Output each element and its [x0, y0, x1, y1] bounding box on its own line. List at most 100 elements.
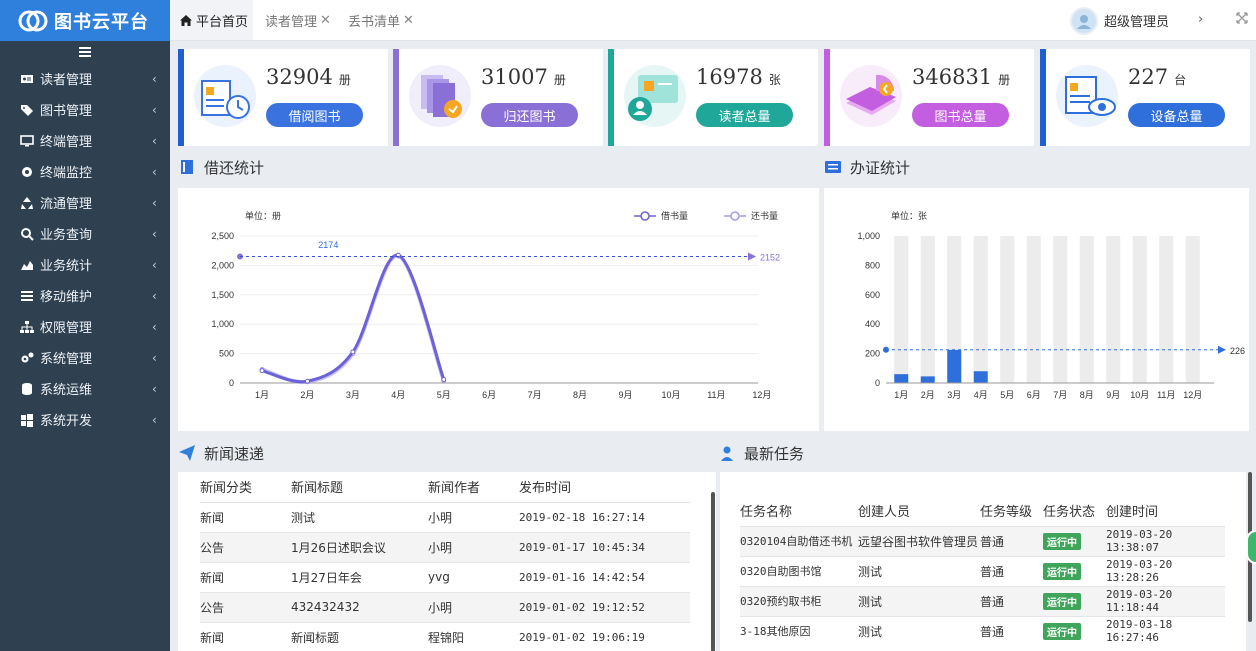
task-status-cell: 运行中: [1043, 556, 1106, 586]
news-author: 小明: [428, 600, 453, 615]
sidebar-item-label: 终端管理: [40, 135, 93, 150]
borrow-chart-panel: 单位：册 借书量 还书量 0 500 1,000 1,500 2,000 2,500 1月 2月 3月…: [178, 188, 819, 431]
chevron-left-icon: ‹: [152, 319, 157, 334]
panel-title: 借还统计: [204, 158, 265, 177]
chevron-left-icon: ‹: [152, 102, 157, 117]
table-row[interactable]: 0320预约取书柜 测试 普通 运行中 2019-03-20 11:18:44: [740, 586, 1225, 616]
sidebar-item-0[interactable]: 读者管理 ‹: [0, 63, 170, 94]
stat-illustration-icon: [840, 65, 902, 127]
stat-value: 16978 张: [696, 65, 781, 89]
sidebar-item-label: 权限管理: [40, 321, 93, 336]
status-badge: 运行中: [1043, 592, 1081, 610]
column-header: 新闻分类: [200, 481, 253, 497]
table-row[interactable]: 新闻 1月27日年会 yvg 2019-01-16 14:42:54: [200, 562, 690, 592]
x-tick-label: 7月: [528, 390, 542, 400]
fullscreen-icon[interactable]: [1236, 12, 1248, 24]
legend-marker: [730, 211, 740, 221]
y-tick-label: 1,000: [857, 231, 880, 241]
table-row[interactable]: 0320104自助借还书机 远望谷图书软件管理员 普通 运行中 2019-03-20 1…: [740, 526, 1225, 556]
sidebar-item-label: 读者管理: [40, 73, 93, 88]
table-row[interactable]: 新闻 新闻标题 程锦阳 2019-01-02 19:06:19: [200, 622, 690, 651]
x-tick-label: 11月: [707, 390, 725, 400]
sidebar-item-1[interactable]: 图书管理 ‹: [0, 94, 170, 125]
table-row[interactable]: 公告 1月26日述职会议 小明 2019-01-17 10:45:34: [200, 532, 690, 562]
sidebar-item-label: 系统开发: [40, 414, 93, 429]
tab-reader-management[interactable]: 读者管理 ✕: [265, 0, 345, 40]
tab-home[interactable]: 平台首页: [170, 0, 253, 40]
stat-card: 346831 册图书总量: [824, 49, 1034, 146]
legend-marker: [640, 211, 650, 221]
x-tick-label: 3月: [346, 390, 360, 400]
sidebar-item-label: 终端监控: [40, 166, 93, 181]
sidebar-item-4[interactable]: 流通管理 ‹: [0, 187, 170, 218]
table-row[interactable]: 3-18其他原因 测试 普通 运行中 2019-03-18 16:27:46: [740, 616, 1225, 646]
menu-toggle-button[interactable]: [0, 41, 170, 63]
news-category: 公告: [200, 600, 225, 615]
x-tick-label: 4月: [974, 390, 988, 400]
sidebar-item-10[interactable]: 系统运维 ‹: [0, 373, 170, 404]
stat-button[interactable]: 设备总量: [1128, 103, 1225, 127]
stat-button[interactable]: 读者总量: [696, 103, 793, 127]
area-chart-icon: [20, 258, 34, 272]
table-row[interactable]: 新闻 测试 小明 2019-02-18 16:27:14: [200, 502, 690, 532]
close-icon[interactable]: ✕: [320, 13, 331, 28]
data-point: [441, 376, 447, 382]
table-row[interactable]: 公告 432432432 小明 2019-01-02 19:12:52: [200, 592, 690, 622]
news-panel-header: 新闻速递: [178, 436, 708, 470]
news-time: 2019-01-02 19:12:52: [519, 600, 645, 614]
avatar[interactable]: [1070, 6, 1098, 35]
status-badge: 运行中: [1043, 622, 1081, 640]
news-category: 新闻: [200, 570, 225, 585]
brand[interactable]: 图书云平台: [0, 0, 170, 41]
bar: [973, 371, 988, 383]
stat-value: 31007 册: [481, 65, 566, 89]
news-author: 小明: [428, 540, 453, 555]
float-action-button[interactable]: [1246, 530, 1256, 564]
user-menu[interactable]: 超级管理员: [1070, 0, 1169, 41]
tab-next-button[interactable]: ›: [1198, 12, 1203, 27]
series-line-0: [261, 253, 446, 384]
x-tick-label: 1月: [255, 390, 269, 400]
tab-lost-books[interactable]: 丢书清单 ✕: [348, 0, 428, 40]
news-title: 新闻标题: [291, 630, 340, 645]
sidebar-item-5[interactable]: 业务查询 ‹: [0, 218, 170, 249]
app-title: 图书云平台: [54, 11, 149, 33]
column-header: 创建人员: [858, 505, 911, 521]
news-scrollbar[interactable]: [711, 492, 715, 651]
task-time-cell: 2019-03-18 16:27:46: [1106, 618, 1173, 645]
y-tick-label: 0: [229, 378, 234, 388]
sidebar-item-8[interactable]: 权限管理 ‹: [0, 311, 170, 342]
sidebar-item-7[interactable]: 移动维护 ‹: [0, 280, 170, 311]
bar-background: [1132, 236, 1147, 383]
news-time: 2019-01-02 19:06:19: [519, 630, 645, 644]
table-row[interactable]: 0320自助图书馆 测试 普通 运行中 2019-03-20 13:28:26: [740, 556, 1225, 586]
sidebar-item-6[interactable]: 业务统计 ‹: [0, 249, 170, 280]
task-creator-cell: 测试: [858, 624, 883, 639]
stat-button[interactable]: 借阅图书: [266, 103, 363, 127]
stat-illustration-icon: [194, 65, 256, 127]
sidebar-item-11[interactable]: 系统开发 ‹: [0, 404, 170, 435]
panel-title: 新闻速递: [204, 444, 265, 463]
list-alt-icon: [824, 158, 842, 176]
tab-label: 平台首页: [196, 14, 249, 30]
stat-button[interactable]: 图书总量: [912, 103, 1009, 127]
card-chart-panel: 单位：张 0 200 400 600 800 1,000 1月 2月 3月 4月 5月 6月 7月 8月 9月…: [824, 188, 1249, 431]
task-level-cell: 普通: [980, 594, 1005, 609]
home-icon: [180, 14, 192, 26]
sidebar-item-3[interactable]: 终端监控 ‹: [0, 156, 170, 187]
x-tick-label: 5月: [1000, 390, 1014, 400]
news-table: 新闻分类 新闻标题 新闻作者 发布时间 新闻 测试 小明 2019-02-18 16:27:…: [200, 472, 690, 651]
sidebar-item-2[interactable]: 终端管理 ‹: [0, 125, 170, 156]
sidebar-item-9[interactable]: 系统管理 ‹: [0, 342, 170, 373]
unit-label: 单位：册: [245, 210, 281, 221]
task-panel: 任务名称 创建人员 任务等级 任务状态 创建时间 0320104自助借还书机 远望谷图书软…: [720, 472, 1246, 651]
card-accent: [393, 49, 399, 146]
stat-unit: 张: [768, 73, 781, 87]
news-author: 小明: [428, 510, 453, 525]
markline-label: 2152: [760, 252, 780, 262]
id-card-icon: [20, 72, 34, 86]
sitemap-icon: [20, 320, 34, 334]
stat-button[interactable]: 归还图书: [481, 103, 578, 127]
close-icon[interactable]: ✕: [403, 13, 414, 28]
tab-label: 读者管理: [265, 14, 318, 30]
